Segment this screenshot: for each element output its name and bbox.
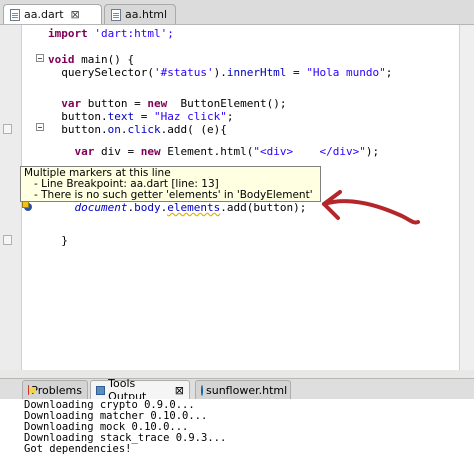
fold-toggle-icon[interactable]	[36, 54, 44, 62]
code-line: import 'dart:html';	[48, 27, 174, 40]
html-file-icon	[111, 8, 121, 21]
tab-sunflower-html[interactable]: sunflower.html	[195, 380, 291, 399]
tooltip-item: - There is no such getter 'elements' in …	[34, 190, 313, 201]
console-line: Got dependencies!	[24, 443, 132, 455]
tab-aa-html[interactable]: aa.html	[104, 4, 176, 24]
code-line: void main() {	[48, 53, 135, 66]
tab-problems[interactable]: Problems	[22, 380, 88, 399]
overview-ruler[interactable]	[0, 25, 22, 370]
bottom-tab-bar: Problems Tools Output ⊠ sunflower.html	[0, 377, 474, 403]
tab-label: aa.dart	[24, 8, 64, 21]
tools-output-icon	[96, 385, 106, 395]
close-icon[interactable]: ⊠	[71, 8, 80, 21]
tab-label: aa.html	[125, 8, 168, 21]
tab-aa-dart[interactable]: aa.dart ⊠	[3, 4, 102, 24]
code-line: button.on.click.add( (e){	[48, 123, 227, 136]
warning-overlay-icon	[22, 201, 29, 208]
fold-toggle-icon[interactable]	[36, 123, 44, 131]
tooltip-title: Multiple markers at this line	[24, 168, 171, 179]
code-line: var button = new ButtonElement();	[61, 97, 287, 110]
code-line: querySelector('#status').innerHtml = "Ho…	[48, 66, 393, 79]
editor-tab-bar: aa.dart ⊠ aa.html	[0, 0, 474, 25]
dart-file-icon	[10, 8, 20, 21]
tab-label: sunflower.html	[206, 383, 288, 397]
vertical-scrollbar[interactable]	[459, 25, 474, 370]
tab-label: Problems	[31, 383, 82, 397]
tab-tools-output[interactable]: Tools Output ⊠	[90, 377, 190, 403]
code-line: }	[48, 234, 68, 247]
web-icon	[201, 384, 203, 396]
tooltip-item: - Line Breakpoint: aa.dart [line: 13]	[34, 179, 219, 190]
close-icon[interactable]: ⊠	[175, 384, 184, 397]
code-line: document.body.elements.add(button);	[74, 201, 307, 214]
bookmark-marker-icon[interactable]	[3, 124, 12, 134]
annotation-arrow-icon	[322, 190, 420, 225]
bookmark-marker-icon[interactable]	[3, 235, 12, 245]
code-line: var div = new Element.html("<div> </div>…	[74, 145, 380, 158]
code-line: button.text = "Haz click";	[48, 110, 234, 123]
marker-hover-tooltip: Multiple markers at this line - Line Bre…	[20, 166, 321, 202]
